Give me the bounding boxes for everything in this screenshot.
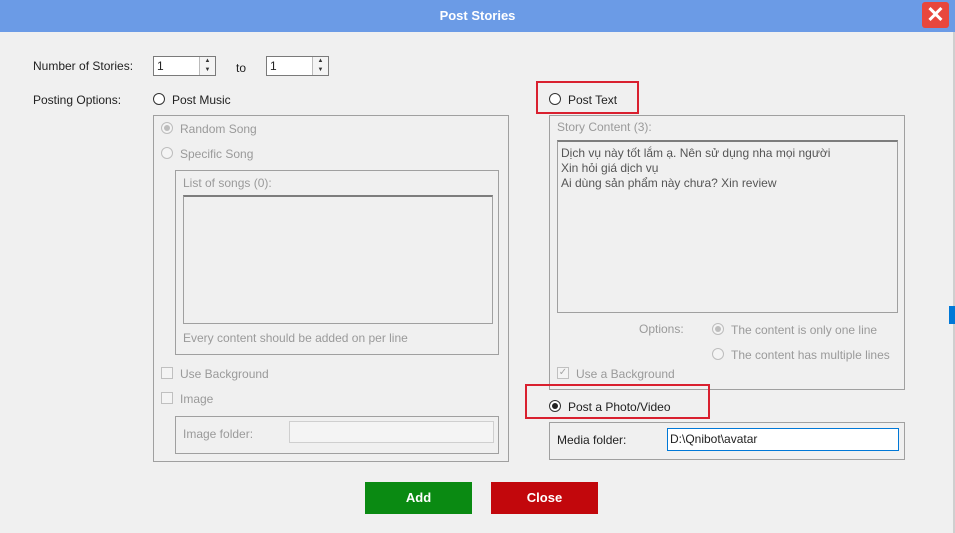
dialog-body: Number of Stories: 1 ▲ ▼ to 1 ▲ ▼ Posting …	[0, 32, 953, 533]
stories-label: Number of Stories:	[33, 59, 134, 73]
content-multi-line-label: The content has multiple lines	[731, 348, 890, 362]
post-photo-radio[interactable]	[549, 400, 561, 412]
music-use-background-checkbox[interactable]	[161, 367, 173, 379]
stories-to-label: to	[236, 61, 247, 75]
content-one-line-radio[interactable]	[712, 323, 724, 335]
specific-song-label: Specific Song	[180, 147, 254, 161]
post-photo-label: Post a Photo/Video	[568, 400, 671, 414]
media-folder-label: Media folder:	[557, 433, 627, 447]
text-use-background-checkbox[interactable]: ✓	[557, 367, 569, 379]
random-song-radio[interactable]	[161, 122, 173, 134]
story-line: Xin hỏi giá dịch vụ	[561, 161, 659, 175]
image-label: Image	[180, 392, 214, 406]
posting-options-label: Posting Options:	[33, 93, 122, 107]
text-use-background-label: Use a Background	[576, 367, 675, 381]
content-multi-line-radio[interactable]	[712, 348, 724, 360]
specific-song-radio[interactable]	[161, 147, 173, 159]
story-content-textarea[interactable]: Dịch vụ này tốt lắm ạ. Nên sử dụng nha m…	[557, 140, 898, 313]
stories-from-spinner[interactable]: 1 ▲ ▼	[153, 56, 216, 76]
text-options-label: Options:	[639, 322, 684, 336]
image-checkbox[interactable]	[161, 392, 173, 404]
image-folder-label: Image folder:	[183, 427, 254, 441]
story-content-label: Story Content (3):	[557, 120, 652, 134]
window-title: Post Stories	[439, 8, 516, 23]
stories-to-spinner[interactable]: 1 ▲ ▼	[266, 56, 329, 76]
post-text-radio[interactable]	[549, 93, 561, 105]
songs-hint: Every content should be added on per lin…	[183, 331, 408, 345]
title-bar: Post Stories ✕	[0, 0, 955, 32]
stories-from-value: 1	[157, 59, 164, 73]
background-window-marker	[949, 306, 955, 324]
close-button[interactable]: Close	[491, 482, 598, 514]
post-music-label: Post Music	[172, 93, 231, 107]
add-button[interactable]: Add	[365, 482, 472, 514]
spinner-down-icon[interactable]: ▼	[200, 66, 215, 75]
stories-to-value: 1	[270, 59, 277, 73]
story-line: Ai dùng sản phẩm này chưa? Xin review	[561, 176, 777, 190]
post-text-label: Post Text	[568, 93, 618, 107]
window-close-button[interactable]: ✕	[922, 2, 949, 28]
songs-list-label: List of songs (0):	[183, 176, 272, 190]
songs-textarea[interactable]	[183, 195, 493, 324]
content-one-line-label: The content is only one line	[731, 323, 878, 337]
image-folder-input[interactable]	[289, 421, 494, 443]
post-music-radio[interactable]	[153, 93, 165, 105]
music-use-background-label: Use Background	[180, 367, 269, 381]
spinner-down-icon[interactable]: ▼	[313, 66, 328, 75]
story-line: Dịch vụ này tốt lắm ạ. Nên sử dụng nha m…	[561, 146, 831, 160]
random-song-label: Random Song	[180, 122, 257, 136]
media-folder-input[interactable]: D:\Qnibot\avatar	[667, 428, 899, 451]
